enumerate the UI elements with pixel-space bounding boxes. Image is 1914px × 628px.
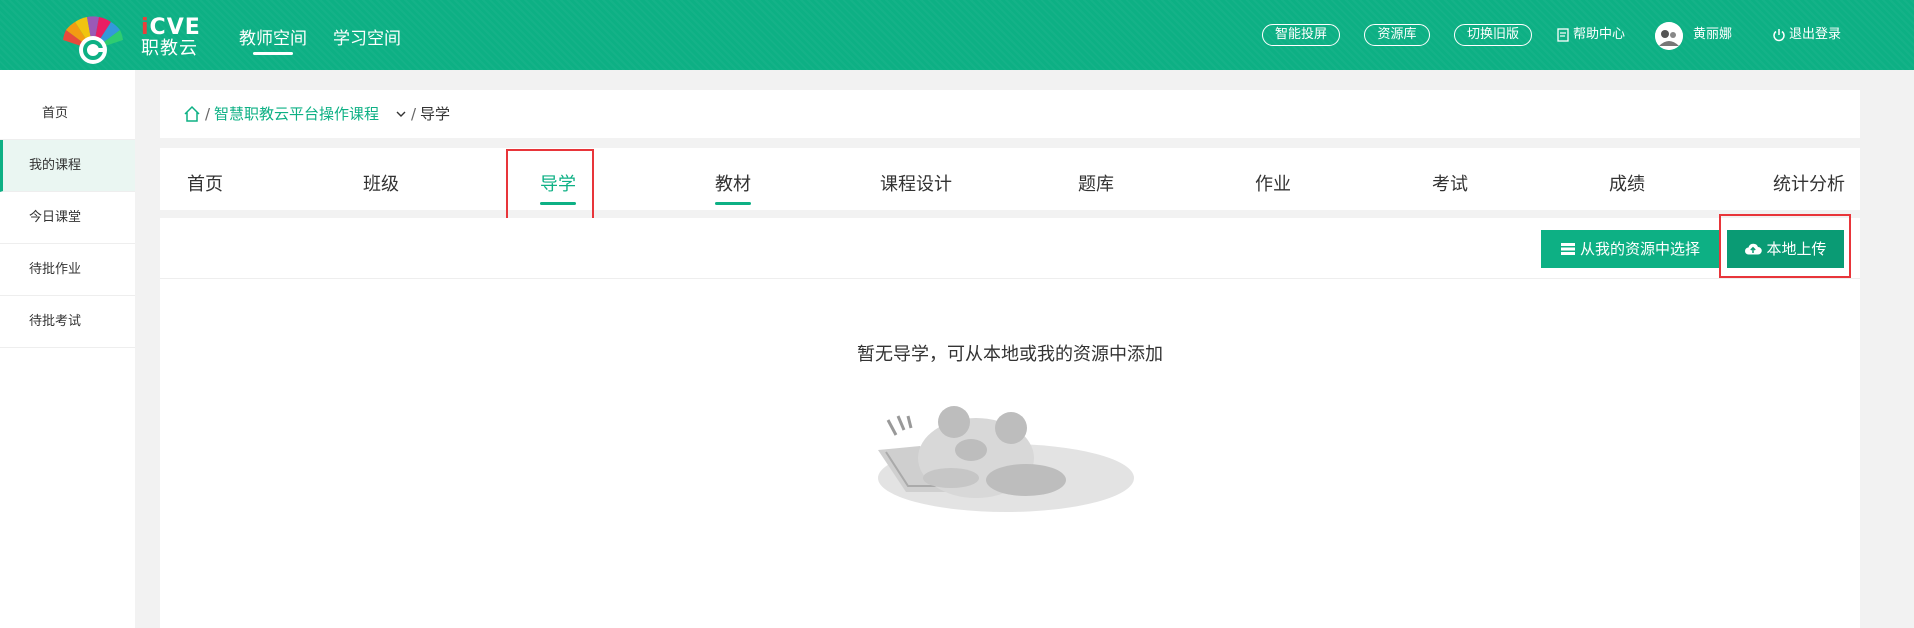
sidebar-item-pending-homework[interactable]: 待批作业 — [0, 244, 135, 296]
breadcrumb-course[interactable]: 智慧职教云平台操作课程 — [214, 90, 379, 138]
power-icon — [1773, 29, 1785, 42]
tab-label: 作业 — [1255, 174, 1291, 195]
logo-cn: 职教云 — [141, 38, 198, 59]
tab-statistics[interactable]: 统计分析 — [1773, 170, 1845, 196]
logout-link[interactable]: 退出登录 — [1772, 25, 1841, 45]
logo-en-prefix: i — [141, 15, 150, 40]
avatar[interactable] — [1655, 22, 1683, 50]
list-icon — [1560, 243, 1575, 255]
tab-homework[interactable]: 作业 — [1255, 170, 1291, 196]
home-icon[interactable] — [183, 105, 201, 123]
select-from-resources-button[interactable]: 从我的资源中选择 — [1541, 230, 1719, 268]
tab-label: 题库 — [1078, 174, 1114, 195]
breadcrumb-separator: / — [411, 105, 417, 123]
tab-label: 班级 — [363, 174, 399, 195]
tab-grades[interactable]: 成绩 — [1609, 170, 1645, 196]
tab-home[interactable]: 首页 — [187, 170, 223, 196]
chevron-down-icon[interactable] — [396, 110, 406, 118]
tab-course-design[interactable]: 课程设计 — [880, 170, 952, 196]
tab-exam[interactable]: 考试 — [1432, 170, 1468, 196]
upload-highlight-box — [1719, 214, 1851, 278]
tab-label: 教材 — [715, 174, 751, 195]
top-header: iCVE 职教云 教师空间 学习空间 智能投屏 资源库 切换旧版 帮助中心 黄丽… — [0, 0, 1914, 70]
resource-library-button[interactable]: 资源库 — [1364, 24, 1430, 46]
logo-text: iCVE 职教云 — [141, 17, 201, 59]
sleeping-panda-illustration — [878, 406, 1134, 512]
doc-icon — [1557, 28, 1569, 42]
sidebar-item-home[interactable]: 首页 — [0, 88, 135, 140]
sidebar-item-today-class[interactable]: 今日课堂 — [0, 192, 135, 244]
nav-teacher-space[interactable]: 教师空间 — [239, 24, 307, 55]
tab-class[interactable]: 班级 — [363, 170, 399, 196]
sidebar: 首页 我的课程 今日课堂 待批作业 待批考试 — [0, 70, 135, 628]
sidebar-item-pending-exam[interactable]: 待批考试 — [0, 296, 135, 348]
smart-cast-button[interactable]: 智能投屏 — [1262, 24, 1340, 46]
tab-question-bank[interactable]: 题库 — [1078, 170, 1114, 196]
tab-textbook[interactable]: 教材 — [715, 170, 751, 205]
user-name[interactable]: 黄丽娜 — [1693, 25, 1732, 45]
help-center-label: 帮助中心 — [1573, 27, 1626, 42]
toolbar-divider — [160, 278, 1860, 279]
nav-learning-space[interactable]: 学习空间 — [333, 24, 401, 49]
select-from-resources-label: 从我的资源中选择 — [1579, 240, 1700, 258]
tab-label: 首页 — [187, 174, 223, 195]
course-tabs: 首页 班级 导学 教材 课程设计 题库 作业 考试 成绩 统计分析 — [160, 148, 1860, 214]
logo-en-rest: CVE — [149, 15, 201, 40]
tab-label: 成绩 — [1609, 174, 1645, 195]
logout-label: 退出登录 — [1789, 27, 1842, 42]
help-center-link[interactable]: 帮助中心 — [1556, 25, 1625, 45]
tab-label: 统计分析 — [1773, 174, 1845, 195]
tab-label: 考试 — [1432, 174, 1468, 195]
sidebar-item-my-courses[interactable]: 我的课程 — [0, 140, 135, 192]
main-content: 从我的资源中选择 本地上传 暂无导学，可从本地或我的资源中添加 — [160, 218, 1860, 628]
tab-underline — [715, 202, 751, 205]
icve-logo[interactable] — [58, 10, 128, 64]
breadcrumb-separator: / — [205, 105, 211, 123]
breadcrumb-current: 导学 — [420, 105, 451, 123]
switch-old-version-button[interactable]: 切换旧版 — [1454, 24, 1532, 46]
tab-label: 课程设计 — [880, 174, 952, 195]
breadcrumb: / 智慧职教云平台操作课程 / 导学 — [160, 90, 1860, 138]
empty-state-message: 暂无导学，可从本地或我的资源中添加 — [857, 344, 1163, 365]
